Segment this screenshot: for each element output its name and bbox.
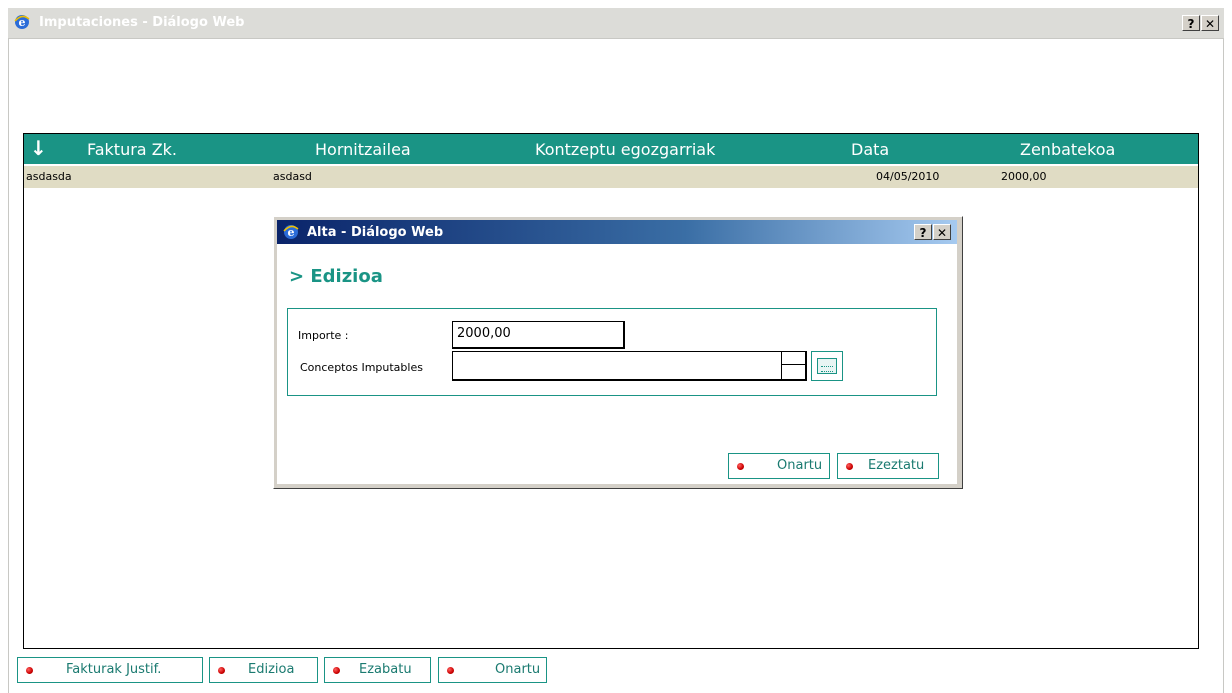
dialog-ezeztatu-button[interactable]: Ezeztatu bbox=[837, 453, 939, 479]
sort-arrow-icon[interactable]: ↓ bbox=[30, 136, 47, 160]
ie-icon: e bbox=[14, 15, 30, 29]
dialog-ie-icon: e bbox=[283, 225, 299, 239]
cell-faktura: asdasda bbox=[26, 170, 72, 183]
ezabatu-button[interactable]: Ezabatu bbox=[324, 657, 431, 683]
dialog-close-button[interactable]: ✕ bbox=[933, 224, 951, 240]
column-header-kontzeptu[interactable]: Kontzeptu egozgarriak bbox=[535, 140, 715, 159]
cell-zenbatekoa: 2000,00 bbox=[1001, 170, 1047, 183]
importe-label: Importe : bbox=[298, 329, 349, 342]
conceptos-input[interactable] bbox=[452, 351, 807, 381]
dialog-ezeztatu-label: Ezeztatu bbox=[868, 458, 925, 473]
dialog-heading: > Edizioa bbox=[289, 266, 383, 287]
red-bullet-icon bbox=[218, 667, 225, 674]
conceptos-label: Conceptos Imputables bbox=[300, 361, 423, 374]
edit-form: Importe : 2000,00 Conceptos Imputables bbox=[287, 308, 937, 396]
outer-titlebar[interactable]: e Imputaciones - Diálogo Web ? ✕ bbox=[8, 8, 1224, 39]
onartu-button[interactable]: Onartu bbox=[438, 657, 547, 683]
table-row[interactable]: asdasda asdasd 04/05/2010 2000,00 bbox=[24, 166, 1198, 188]
dialog-help-button[interactable]: ? bbox=[914, 224, 932, 240]
importe-input[interactable]: 2000,00 bbox=[452, 321, 625, 349]
keyboard-icon[interactable] bbox=[811, 351, 843, 381]
dialog-client-area: > Edizioa Importe : 2000,00 Conceptos Im… bbox=[277, 244, 957, 484]
column-header-zenbatekoa[interactable]: Zenbatekoa bbox=[1020, 140, 1115, 159]
outer-window-title: Imputaciones - Diálogo Web bbox=[39, 15, 245, 30]
fakturak-justif-button[interactable]: Fakturak Justif. bbox=[17, 657, 203, 683]
red-bullet-icon bbox=[333, 667, 340, 674]
outer-border-left bbox=[8, 38, 9, 693]
red-bullet-icon bbox=[846, 463, 853, 470]
red-bullet-icon bbox=[447, 667, 454, 674]
cell-hornitzailea: asdasd bbox=[273, 170, 312, 183]
outer-close-button[interactable]: ✕ bbox=[1201, 15, 1219, 31]
conceptos-scroll[interactable] bbox=[781, 352, 805, 379]
onartu-label: Onartu bbox=[495, 662, 541, 677]
alta-dialog: e Alta - Diálogo Web ? ✕ > Edizioa Impor… bbox=[273, 216, 963, 489]
outer-border-right bbox=[1223, 38, 1224, 693]
ezabatu-label: Ezabatu bbox=[359, 662, 412, 677]
column-header-faktura[interactable]: Faktura Zk. bbox=[87, 140, 177, 159]
dialog-onartu-button[interactable]: Onartu bbox=[728, 453, 830, 479]
edizioa-button[interactable]: Edizioa bbox=[209, 657, 318, 683]
red-bullet-icon bbox=[737, 463, 744, 470]
dialog-onartu-label: Onartu bbox=[777, 458, 823, 473]
red-bullet-icon bbox=[26, 667, 33, 674]
dialog-title: Alta - Diálogo Web bbox=[307, 225, 444, 240]
column-header-data[interactable]: Data bbox=[851, 140, 889, 159]
edizioa-label: Edizioa bbox=[248, 662, 295, 677]
cell-data: 04/05/2010 bbox=[876, 170, 940, 183]
fakturak-justif-label: Fakturak Justif. bbox=[66, 662, 162, 677]
outer-help-button[interactable]: ? bbox=[1182, 15, 1200, 31]
table-header: ↓ Faktura Zk. Hornitzailea Kontzeptu ego… bbox=[24, 134, 1198, 164]
dialog-titlebar[interactable]: e Alta - Diálogo Web ? ✕ bbox=[277, 220, 957, 244]
column-header-hornitzailea[interactable]: Hornitzailea bbox=[315, 140, 411, 159]
